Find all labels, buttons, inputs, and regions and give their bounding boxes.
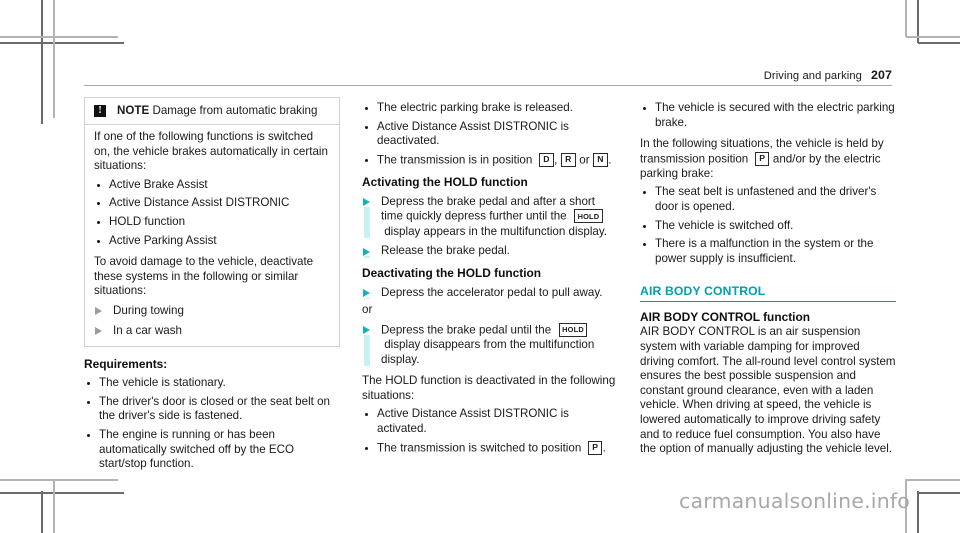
note-deactivate-actions: During towing In a car wash <box>94 304 330 338</box>
list-item: Depress the brake pedal until the HOLD d… <box>362 322 618 367</box>
transmission-or: or <box>576 153 593 167</box>
deactivating-step-2: Depress the brake pedal until the HOLD d… <box>362 322 618 367</box>
action-bar <box>363 206 370 239</box>
list-item: During towing <box>94 304 330 319</box>
air-body-control-body: AIR BODY CONTROL is an air suspension sy… <box>640 325 896 456</box>
note-intro: If one of the following functions is swi… <box>94 130 328 173</box>
step-text: Depress the accelerator pedal to pull aw… <box>381 285 603 299</box>
deactivating-outro: The HOLD function is deactivated in the … <box>362 374 616 402</box>
action-triangle-icon <box>363 247 370 256</box>
list-item: The engine is running or has been automa… <box>84 428 340 472</box>
list-item: The vehicle is stationary. <box>84 376 340 391</box>
held-situations-list: The seat belt is unfastened and the driv… <box>640 185 896 266</box>
hold-badge: HOLD <box>558 322 588 337</box>
list-item: The electric parking brake is released. <box>362 101 618 116</box>
action-triangle-icon <box>95 307 102 316</box>
deactivating-situations: Active Distance Assist DISTRONIC is acti… <box>362 407 618 455</box>
requirements-list-middle: The electric parking brake is released. … <box>362 101 618 168</box>
list-item: Depress the accelerator pedal to pull aw… <box>362 286 618 301</box>
secured-list: The vehicle is secured with the electric… <box>640 101 896 130</box>
action-text: During towing <box>113 303 184 317</box>
action-bar <box>363 256 370 258</box>
step-text-a: Depress the brake pedal until the <box>381 323 552 337</box>
column-middle: The electric parking brake is released. … <box>362 97 618 472</box>
warning-exclamation-icon: ! <box>94 105 106 117</box>
action-triangle-icon <box>363 326 370 335</box>
header-text: Driving and parking 207 <box>764 68 892 82</box>
step-text-a: Depress the brake pedal and after a shor… <box>381 194 595 223</box>
situation-text: The transmission is switched to position <box>377 441 582 455</box>
site-watermark: carmanualsonline.info <box>679 489 911 513</box>
gear-position-d: D <box>539 152 554 167</box>
list-item: Active Distance Assist DISTRONIC <box>94 196 330 211</box>
action-bar <box>363 334 370 367</box>
action-bar <box>363 297 370 300</box>
list-item: The driver's door is closed or the seat … <box>84 395 340 424</box>
list-item-transmission: The transmission is in position D, R or … <box>362 152 618 168</box>
step-text-b: display disappears from the multifunctio… <box>381 338 595 366</box>
gear-position-p: P <box>588 440 603 455</box>
action-text: In a car wash <box>113 323 182 337</box>
column-left: ! NOTE Damage from automatic braking If … <box>84 97 340 472</box>
list-item: The vehicle is switched off. <box>640 219 896 234</box>
header-rule <box>84 85 892 86</box>
note-deactivate-intro: To avoid damage to the vehicle, deactiva… <box>94 255 314 298</box>
page-columns: ! NOTE Damage from automatic braking If … <box>84 97 896 472</box>
page-number: 207 <box>871 68 892 82</box>
deactivating-step-1: Depress the accelerator pedal to pull aw… <box>362 286 618 301</box>
list-item: The seat belt is unfastened and the driv… <box>640 185 896 214</box>
list-item: HOLD function <box>94 215 330 230</box>
manual-page: Driving and parking 207 ! NOTE Damage fro… <box>0 0 960 533</box>
note-label: NOTE <box>117 104 150 117</box>
action-triangle-icon <box>363 198 370 207</box>
deactivating-heading: Deactivating the HOLD function <box>362 265 542 280</box>
list-item: Depress the brake pedal and after a shor… <box>362 195 618 239</box>
list-item: Active Distance Assist DISTRONIC is deac… <box>362 120 618 149</box>
note-box-title: NOTE Damage from automatic braking <box>117 104 317 118</box>
list-item: Active Parking Assist <box>94 234 330 249</box>
or-separator: or <box>362 303 373 317</box>
transmission-separator: , <box>554 153 561 167</box>
action-triangle-icon <box>363 289 370 298</box>
activating-steps: Depress the brake pedal and after a shor… <box>362 195 618 259</box>
list-item: There is a malfunction in the system or … <box>640 237 896 266</box>
note-box-body: If one of the following functions is swi… <box>85 125 339 346</box>
activating-heading: Activating the HOLD function <box>362 174 528 189</box>
gear-position-r: R <box>561 152 576 167</box>
held-paragraph: In the following situations, the vehicle… <box>640 137 896 181</box>
note-function-list: Active Brake Assist Active Distance Assi… <box>94 178 330 248</box>
note-title-text: Damage from automatic braking <box>152 104 318 117</box>
list-item: The transmission is switched to position… <box>362 440 618 456</box>
situation-suffix: . <box>602 441 606 455</box>
hold-badge: HOLD <box>574 209 603 224</box>
step-text: Release the brake pedal. <box>381 244 510 258</box>
note-box-header: ! NOTE Damage from automatic braking <box>85 98 339 125</box>
note-box: ! NOTE Damage from automatic braking If … <box>84 97 340 348</box>
list-item: In a car wash <box>94 324 330 339</box>
list-item: The vehicle is secured with the electric… <box>640 101 896 130</box>
list-item: Active Distance Assist DISTRONIC is acti… <box>362 407 618 436</box>
header-section-title: Driving and parking <box>763 70 863 82</box>
transmission-prefix: The transmission is in position <box>377 153 533 167</box>
action-triangle-icon <box>95 327 102 336</box>
list-item: Active Brake Assist <box>94 178 330 193</box>
requirements-list-left: The vehicle is stationary. The driver's … <box>84 376 340 472</box>
step-text-b: display appears in the multifunction dis… <box>384 224 608 238</box>
section-title-air-body-control: AIR BODY CONTROL <box>640 283 896 303</box>
column-right: The vehicle is secured with the electric… <box>640 97 896 472</box>
gear-position-n: N <box>593 152 608 167</box>
transmission-suffix: . <box>608 153 612 167</box>
gear-position-p: P <box>755 151 770 166</box>
requirements-heading: Requirements: <box>84 357 168 372</box>
list-item: Release the brake pedal. <box>362 244 618 259</box>
running-header: Driving and parking 207 <box>84 62 892 86</box>
air-body-control-subheading: AIR BODY CONTROL function <box>640 310 810 325</box>
